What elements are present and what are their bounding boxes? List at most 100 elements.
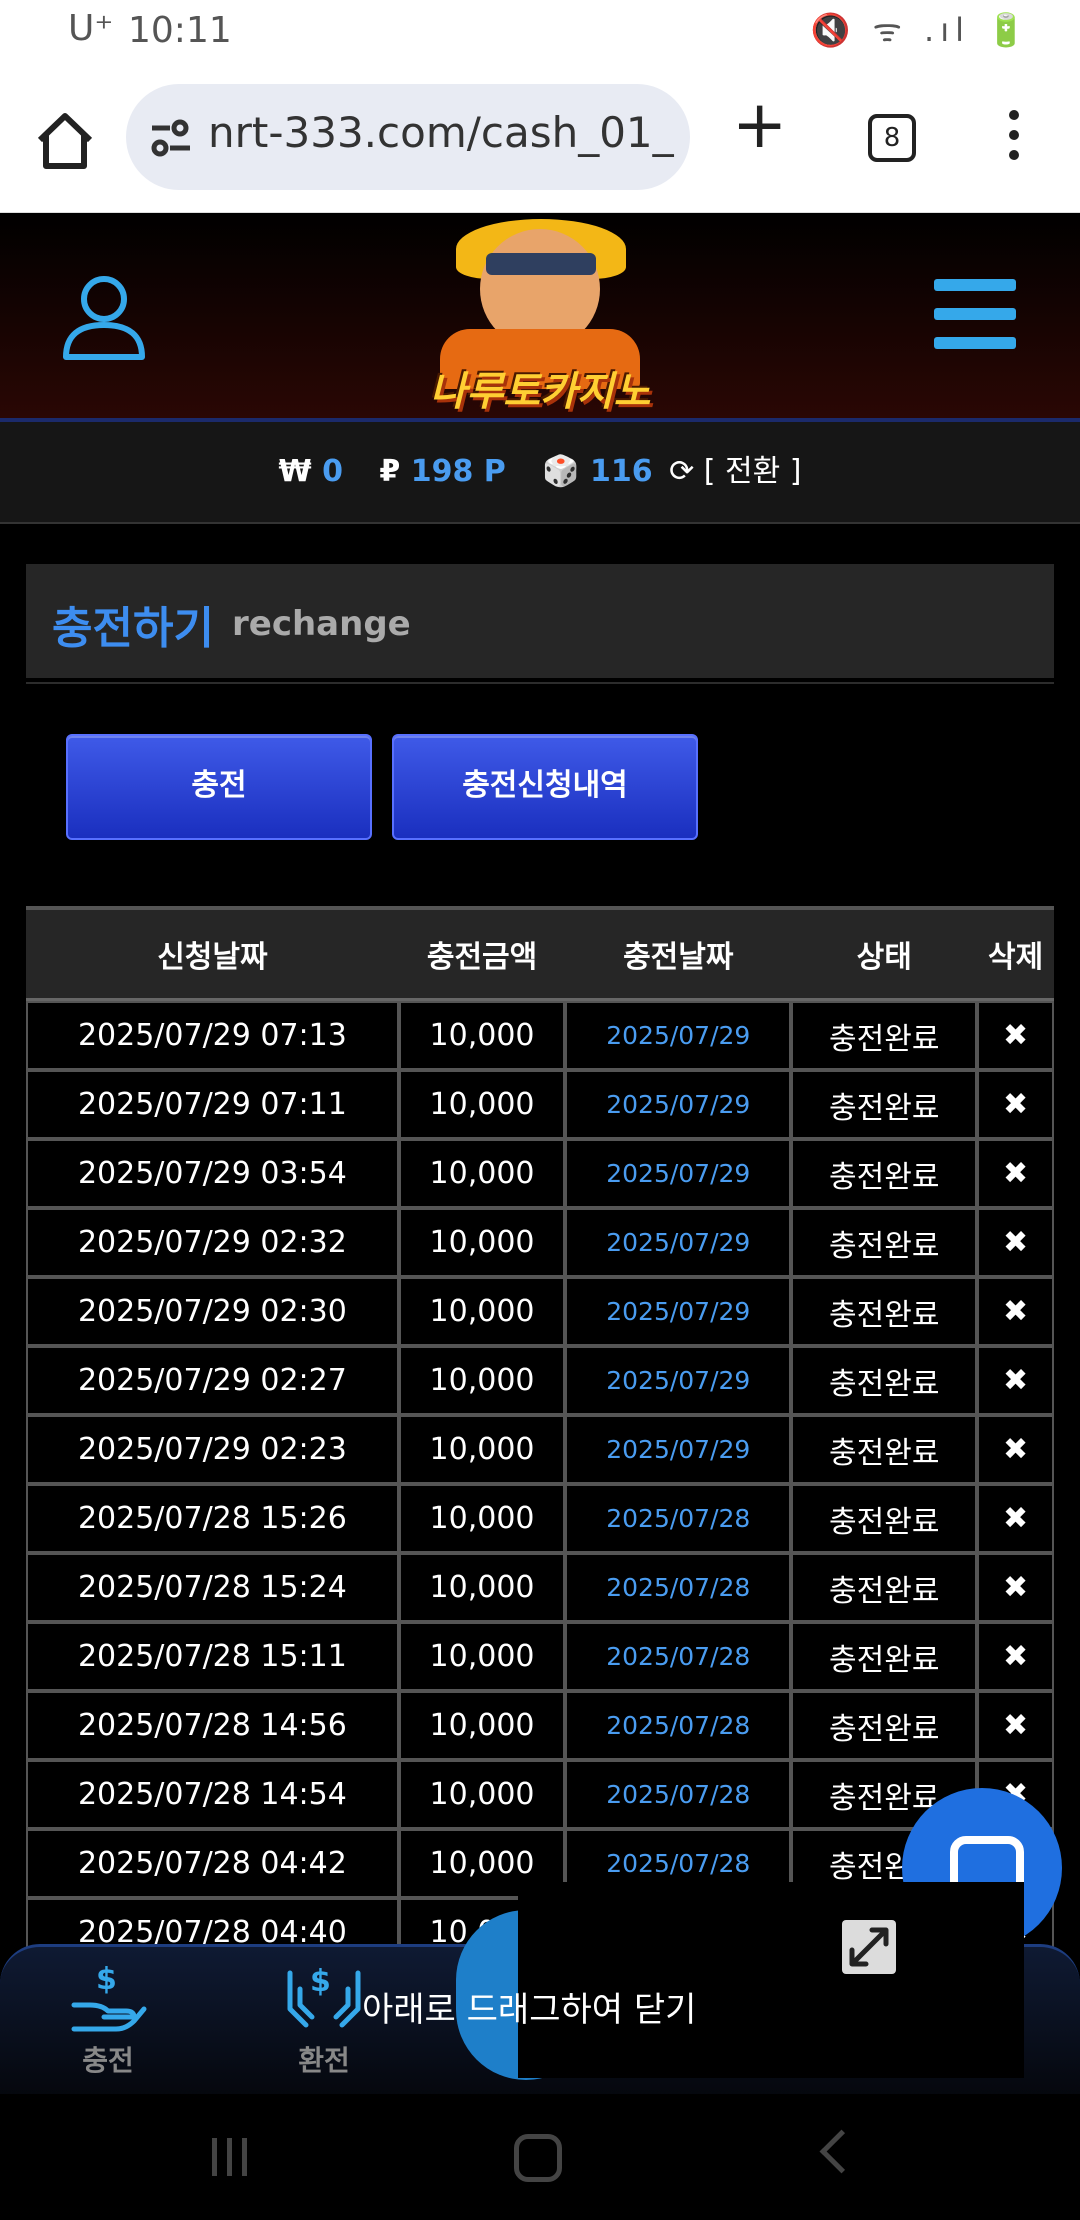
amount-cell: 10,000 [398, 1553, 566, 1622]
amount-cell: 10,000 [398, 1139, 566, 1208]
request-date-cell: 2025/07/28 14:56 [26, 1691, 399, 1760]
charge-date-cell: 2025/07/28 [565, 1691, 792, 1760]
request-date-cell: 2025/07/28 04:42 [26, 1829, 399, 1898]
charge-date-cell: 2025/07/29 [565, 1139, 792, 1208]
status-icons: 🔇 ᯤ .ıl 🔋 [810, 11, 1032, 49]
amount-cell: 10,000 [398, 1277, 566, 1346]
amount-cell: 10,000 [398, 1691, 566, 1760]
request-date-cell: 2025/07/29 02:23 [26, 1415, 399, 1484]
status-cell: 충전완료 [791, 1346, 978, 1415]
user-icon[interactable] [60, 273, 148, 363]
charge-date-cell: 2025/07/28 [565, 1484, 792, 1553]
won-balance: 0 [322, 454, 343, 489]
expand-icon[interactable] [842, 1920, 896, 1974]
table-row: 2025/07/29 07:13 10,000 2025/07/29 충전완료 ✖ [26, 1001, 1054, 1070]
point-balance: 198 P [410, 454, 506, 489]
column-header-status: 상태 [791, 910, 978, 1001]
charge-history-table: 신청날짜 충전금액 충전날짜 상태 삭제 2025/07/29 07:13 10,… [26, 906, 1054, 1967]
delete-icon[interactable]: ✖ [977, 1415, 1054, 1484]
chip-balance: 116 [590, 454, 653, 489]
nav-charge-label: 충전 [82, 2044, 134, 2077]
delete-icon[interactable]: ✖ [977, 1277, 1054, 1346]
site-header: 나루토카지노 [0, 213, 1080, 422]
request-date-cell: 2025/07/28 15:24 [26, 1553, 399, 1622]
more-menu-icon[interactable] [1006, 110, 1022, 180]
delete-icon[interactable]: ✖ [977, 1691, 1054, 1760]
column-header-charge-date: 충전날짜 [565, 910, 792, 1001]
home-button-icon[interactable] [514, 2134, 562, 2182]
status-cell: 충전완료 [791, 1070, 978, 1139]
convert-button[interactable]: ⟳ [ 전환 ] [669, 454, 801, 489]
column-header-delete: 삭제 [977, 910, 1054, 1001]
table-row: 2025/07/28 15:24 10,000 2025/07/28 충전완료 ✖ [26, 1553, 1054, 1622]
table-row: 2025/07/29 07:11 10,000 2025/07/29 충전완료 ✖ [26, 1070, 1054, 1139]
delete-icon[interactable]: ✖ [977, 1622, 1054, 1691]
clock: 10:11 [128, 10, 232, 51]
request-date-cell: 2025/07/29 02:30 [26, 1277, 399, 1346]
amount-cell: 10,000 [398, 1484, 566, 1553]
nav-exchange-label: 환전 [298, 2044, 350, 2077]
request-date-cell: 2025/07/28 15:11 [26, 1622, 399, 1691]
table-row: 2025/07/29 02:27 10,000 2025/07/29 충전완료 ✖ [26, 1346, 1054, 1415]
charge-button[interactable]: 충전 [66, 734, 372, 840]
site-settings-icon[interactable] [148, 118, 192, 158]
svg-text:$: $ [96, 1962, 117, 1997]
status-cell: 충전완료 [791, 1484, 978, 1553]
point-icon: ₽ [379, 454, 401, 489]
chip-icon: 🎲 [542, 454, 580, 489]
delete-icon[interactable]: ✖ [977, 1346, 1054, 1415]
delete-icon[interactable]: ✖ [977, 1484, 1054, 1553]
delete-icon[interactable]: ✖ [977, 1208, 1054, 1277]
amount-cell: 10,000 [398, 1070, 566, 1139]
hamburger-menu-icon[interactable] [934, 279, 1016, 349]
charge-history-button[interactable]: 충전신청내역 [392, 734, 698, 840]
logo-text: 나루토카지노 [429, 369, 651, 415]
status-cell: 충전완료 [791, 1415, 978, 1484]
back-icon[interactable] [819, 2129, 864, 2174]
section-subtitle: rechange [232, 604, 411, 644]
charge-date-cell: 2025/07/29 [565, 1415, 792, 1484]
request-date-cell: 2025/07/29 03:54 [26, 1139, 399, 1208]
charge-date-cell: 2025/07/28 [565, 1553, 792, 1622]
svg-text:$: $ [310, 1964, 331, 1999]
address-bar[interactable]: nrt-333.com/cash_01_1 [126, 84, 690, 190]
table-row: 2025/07/28 14:5410,0002025/07/28충전완료✖ [26, 1760, 1054, 1829]
charge-date-cell: 2025/07/29 [565, 1346, 792, 1415]
charge-date-cell: 2025/07/28 [565, 1760, 792, 1829]
floating-popup[interactable] [518, 1882, 1024, 2078]
tab-count-button[interactable]: 8 [868, 114, 916, 162]
delete-icon[interactable]: ✖ [977, 1070, 1054, 1139]
delete-icon[interactable]: ✖ [977, 1553, 1054, 1622]
amount-cell: 10,000 [398, 1346, 566, 1415]
drag-to-close-hint[interactable]: 아래로 드래그하여 닫기 [362, 1982, 696, 2031]
site-logo[interactable]: 나루토카지노 [400, 219, 680, 415]
system-nav-bar [0, 2094, 1080, 2220]
url-text[interactable]: nrt-333.com/cash_01_1 [208, 108, 676, 157]
column-header-request-date: 신청날짜 [26, 910, 399, 1001]
charge-date-cell: 2025/07/28 [565, 1622, 792, 1691]
table-row: 2025/07/29 02:32 10,000 2025/07/29 충전완료 ✖ [26, 1208, 1054, 1277]
table-header-row: 신청날짜 충전금액 충전날짜 상태 삭제 [26, 910, 1054, 1001]
status-cell: 충전완료 [791, 1139, 978, 1208]
table-row: 2025/07/29 02:30 10,000 2025/07/29 충전완료 ✖ [26, 1277, 1054, 1346]
table-row: 2025/07/28 15:11 10,000 2025/07/28 충전완료 ✖ [26, 1622, 1054, 1691]
carrier-label: U⁺ [68, 8, 114, 49]
logo-character-headband [486, 253, 596, 275]
amount-cell: 10,000 [398, 1415, 566, 1484]
column-header-amount: 충전금액 [398, 910, 566, 1001]
nav-charge[interactable]: $ 충전 [38, 1959, 178, 2079]
charge-date-cell: 2025/07/29 [565, 1208, 792, 1277]
new-tab-icon[interactable]: + [732, 92, 787, 158]
charge-date-cell: 2025/07/29 [565, 1001, 792, 1070]
request-date-cell: 2025/07/29 07:11 [26, 1070, 399, 1139]
status-cell: 충전완료 [791, 1691, 978, 1760]
amount-cell: 10,000 [398, 1760, 566, 1829]
status-bar: U⁺ 10:11 🔇 ᯤ .ıl 🔋 [0, 0, 1080, 70]
home-icon[interactable] [34, 110, 96, 172]
recent-apps-icon[interactable] [212, 2138, 258, 2176]
delete-icon[interactable]: ✖ [977, 1001, 1054, 1070]
delete-icon[interactable]: ✖ [977, 1139, 1054, 1208]
request-date-cell: 2025/07/28 14:54 [26, 1760, 399, 1829]
table-row: 2025/07/28 15:26 10,000 2025/07/28 충전완료 ✖ [26, 1484, 1054, 1553]
divider [26, 682, 1054, 684]
